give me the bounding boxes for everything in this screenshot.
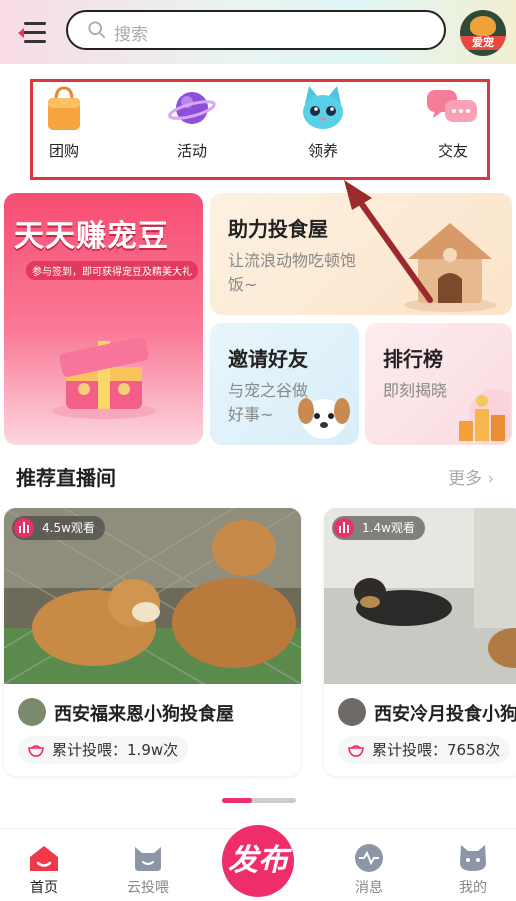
annotation-arrow-icon	[344, 180, 433, 303]
home-icon	[28, 843, 60, 873]
tab-label: 消息	[355, 880, 383, 896]
bottom-tab-bar: 首页 云投喂 发布 消息 我的	[0, 825, 516, 901]
cat-face-icon	[132, 843, 164, 873]
tab-cloud-feed[interactable]: 云投喂	[113, 843, 183, 897]
message-icon	[353, 843, 385, 873]
publish-button[interactable]: 发布	[222, 825, 294, 897]
tab-label: 首页	[30, 880, 58, 896]
tab-messages[interactable]: 消息	[334, 843, 404, 897]
tab-profile[interactable]: 我的	[438, 843, 508, 897]
profile-icon	[457, 843, 489, 873]
tab-home[interactable]: 首页	[9, 843, 79, 897]
tab-label: 我的	[459, 880, 487, 896]
tab-label: 云投喂	[127, 880, 169, 896]
